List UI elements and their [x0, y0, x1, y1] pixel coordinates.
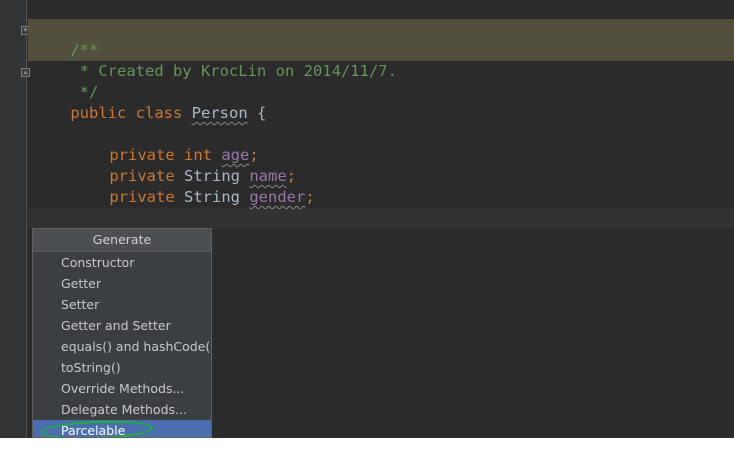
menu-item-setter[interactable]: Setter [33, 294, 211, 315]
code-editor[interactable]: ▾ ▴ /** * Created by KrocLin on 2014/11/… [0, 0, 734, 438]
comment-text: * Created by KrocLin on 2014/11/7. [70, 62, 397, 80]
menu-item-getter-and-setter[interactable]: Getter and Setter [33, 315, 211, 336]
annotation-circle [40, 419, 154, 437]
code-line-field-gender: private String gender; [72, 166, 314, 206]
code-line-class-declaration: public class Person { [33, 82, 266, 122]
menu-item-constructor[interactable]: Constructor [33, 252, 211, 273]
window-bottom-edge [0, 438, 734, 455]
fold-close-icon[interactable]: ▴ [21, 68, 30, 77]
class-brace: { [247, 104, 267, 122]
keyword-private: private [109, 188, 175, 206]
menu-item-override-methods[interactable]: Override Methods... [33, 378, 211, 399]
code-line-field-name: private String name; [72, 145, 296, 185]
code-line-doc-open: /** [33, 19, 98, 59]
code-line-doc-author: * Created by KrocLin on 2014/11/7. [33, 40, 397, 80]
menu-item-equals-hashcode[interactable]: equals() and hashCode() [33, 336, 211, 357]
field-gender: gender [249, 188, 306, 206]
menu-item-tostring[interactable]: toString() [33, 357, 211, 378]
gutter-divider [26, 0, 27, 438]
type-string: String [184, 188, 240, 206]
keyword-public-class: public class [70, 104, 192, 122]
popup-title: Generate [33, 229, 211, 252]
menu-item-getter[interactable]: Getter [33, 273, 211, 294]
code-line-field-age: private int age; [72, 124, 258, 164]
semicolon: ; [305, 188, 315, 206]
code-line-doc-close: */ [33, 61, 99, 101]
class-name: Person [191, 104, 248, 122]
menu-item-delegate-methods[interactable]: Delegate Methods... [33, 399, 211, 420]
generate-popup-menu[interactable]: Generate Constructor Getter Setter Gette… [32, 228, 212, 438]
caret-row [28, 208, 734, 229]
menu-item-parcelable[interactable]: Parcelable [33, 419, 211, 437]
editor-gutter [0, 0, 26, 438]
